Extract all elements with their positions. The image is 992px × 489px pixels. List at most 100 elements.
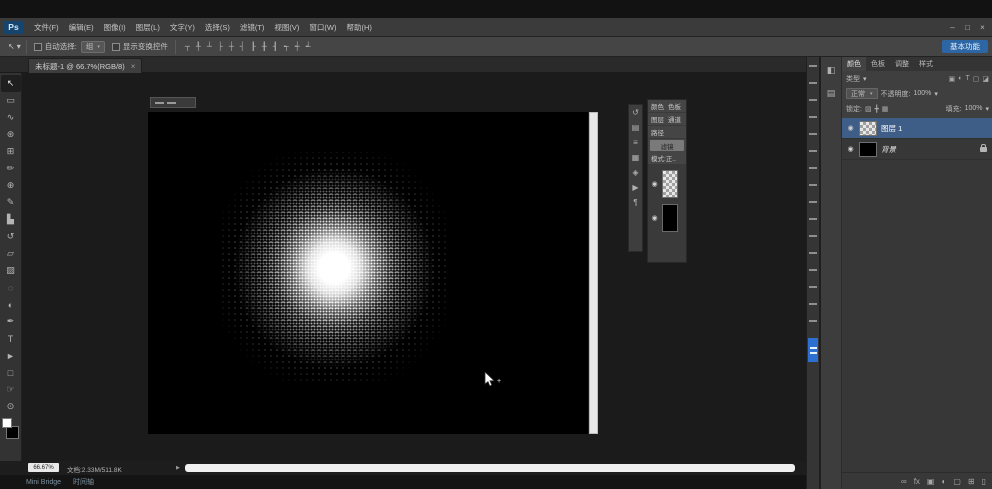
chevron-down-icon[interactable]: ▾ bbox=[863, 75, 867, 83]
tool-eraser[interactable]: ▱ bbox=[1, 245, 21, 262]
tool-hand[interactable]: ☞ bbox=[1, 381, 21, 398]
mini-filter-button[interactable]: 滤镜 bbox=[650, 140, 684, 151]
document-tab[interactable]: 未标题-1 @ 66.7%(RGB/8) × bbox=[28, 58, 142, 73]
close-button[interactable]: × bbox=[975, 23, 990, 32]
info-panel-icon[interactable]: ≡ bbox=[633, 138, 638, 147]
close-tab-icon[interactable]: × bbox=[131, 62, 136, 71]
tool-brush[interactable]: ✎ bbox=[1, 194, 21, 211]
mini-tab-paths[interactable]: 路径 bbox=[651, 127, 664, 137]
tab-mini-bridge[interactable]: Mini Bridge bbox=[26, 479, 61, 486]
distribute-right-icon[interactable]: ┵ bbox=[304, 42, 313, 51]
history-panel-icon[interactable]: ↺ bbox=[632, 108, 639, 117]
menu-type[interactable]: 文字(Y) bbox=[165, 18, 200, 37]
tool-quick-select[interactable]: ⊛ bbox=[1, 126, 21, 143]
distribute-hcenter-icon[interactable]: ┽ bbox=[293, 42, 302, 51]
menu-window[interactable]: 窗口(W) bbox=[304, 18, 341, 37]
chevron-down-icon[interactable]: ▾ bbox=[934, 90, 938, 98]
layer-name[interactable]: 图层 1 bbox=[881, 123, 989, 134]
delete-layer-icon[interactable]: ▯ bbox=[982, 477, 986, 486]
tool-gradient[interactable]: ▨ bbox=[1, 262, 21, 279]
tool-zoom[interactable]: ⊙ bbox=[1, 398, 21, 415]
menu-select[interactable]: 选择(S) bbox=[200, 18, 235, 37]
tool-pen[interactable]: ✒ bbox=[1, 313, 21, 330]
vertical-scrollbar[interactable] bbox=[589, 112, 598, 434]
show-transform-checkbox[interactable] bbox=[112, 43, 120, 51]
distribute-vcenter-icon[interactable]: ╂ bbox=[260, 42, 269, 51]
tool-crop[interactable]: ⊞ bbox=[1, 143, 21, 160]
filter-pixel-layers-icon[interactable]: ▣ bbox=[949, 75, 956, 83]
tool-blur[interactable]: ◌ bbox=[1, 279, 21, 296]
tab-swatches[interactable]: 色板 bbox=[866, 57, 890, 71]
eye-icon[interactable]: ◉ bbox=[650, 214, 659, 222]
mini-tab-channels[interactable]: 通道 bbox=[668, 114, 681, 124]
tool-path-select[interactable]: ► bbox=[1, 347, 21, 364]
tool-shape[interactable]: □ bbox=[1, 364, 21, 381]
actions-panel-icon[interactable]: ▶ bbox=[632, 183, 638, 192]
tab-adjustments[interactable]: 调整 bbox=[890, 57, 914, 71]
align-left-icon[interactable]: ├ bbox=[216, 42, 225, 51]
tool-lasso[interactable]: ∿ bbox=[1, 109, 21, 126]
horizontal-scrollbar[interactable] bbox=[185, 464, 795, 472]
link-layers-icon[interactable]: ∞ bbox=[901, 477, 907, 486]
minimize-button[interactable]: – bbox=[945, 23, 960, 32]
menu-help[interactable]: 帮助(H) bbox=[342, 18, 377, 37]
properties-panel-icon[interactable]: ▤ bbox=[632, 123, 640, 132]
histogram-panel-icon[interactable]: ▦ bbox=[632, 153, 640, 162]
chevron-down-icon[interactable]: ▾ bbox=[985, 105, 989, 113]
layer-style-icon[interactable]: fx bbox=[914, 477, 920, 486]
distribute-left-icon[interactable]: ┭ bbox=[282, 42, 291, 51]
add-layer-mask-icon[interactable]: ▣ bbox=[927, 477, 935, 486]
lock-transparent-pixels-icon[interactable]: ▨ bbox=[865, 105, 872, 113]
zoom-level-field[interactable]: 66.67% bbox=[28, 463, 59, 472]
layer-thumbnail[interactable] bbox=[859, 121, 877, 136]
tool-type[interactable]: T bbox=[1, 330, 21, 347]
menu-file[interactable]: 文件(F) bbox=[29, 18, 64, 37]
distribute-bottom-icon[interactable]: ┨ bbox=[271, 42, 280, 51]
align-right-icon[interactable]: ┤ bbox=[238, 42, 247, 51]
layer-row-background[interactable]: ◉ 背景 bbox=[842, 139, 992, 160]
filter-type-layers-icon[interactable]: T bbox=[965, 75, 969, 83]
current-tool-preset[interactable]: ↖ ▾ bbox=[3, 40, 27, 54]
tab-color[interactable]: 颜色 bbox=[842, 57, 866, 71]
menu-image[interactable]: 图像(I) bbox=[99, 18, 131, 37]
layer-visibility-toggle[interactable]: ◉ bbox=[846, 124, 855, 132]
menu-layer[interactable]: 图层(L) bbox=[131, 18, 165, 37]
menu-edit[interactable]: 编辑(E) bbox=[64, 18, 99, 37]
fill-value[interactable]: 100% bbox=[965, 105, 983, 112]
tool-marquee[interactable]: ▭ bbox=[1, 92, 21, 109]
align-bottom-icon[interactable]: ┴ bbox=[205, 42, 214, 51]
align-vcenter-icon[interactable]: ╀ bbox=[194, 42, 203, 51]
menu-view[interactable]: 视图(V) bbox=[269, 18, 304, 37]
document-canvas[interactable] bbox=[148, 112, 588, 434]
mini-tab-layers[interactable]: 图层 bbox=[651, 114, 664, 124]
workspace-switcher-button[interactable]: 基本功能 bbox=[942, 40, 988, 53]
strip-selected-item[interactable] bbox=[808, 338, 818, 362]
tool-eyedropper[interactable]: ✏ bbox=[1, 160, 21, 177]
navigator-panel-icon[interactable]: ◈ bbox=[632, 168, 638, 177]
new-layer-icon[interactable]: ⊞ bbox=[968, 477, 975, 486]
distribute-top-icon[interactable]: ┠ bbox=[249, 42, 258, 51]
foreground-color-swatch[interactable] bbox=[2, 418, 12, 428]
tool-dodge[interactable]: ◐ bbox=[1, 296, 21, 313]
tab-timeline[interactable]: 时间轴 bbox=[73, 477, 94, 487]
filter-shape-layers-icon[interactable]: ▢ bbox=[973, 75, 980, 83]
collapsed-panel-icon[interactable]: ◧ bbox=[827, 65, 836, 76]
canvas-float-tab[interactable] bbox=[150, 97, 196, 108]
adjustment-layer-icon[interactable]: ◐ bbox=[941, 477, 946, 486]
eye-icon[interactable]: ◉ bbox=[650, 180, 659, 188]
menu-filter[interactable]: 滤镜(T) bbox=[235, 18, 270, 37]
tool-move[interactable]: ↖ bbox=[1, 75, 21, 92]
mini-tab-swatches[interactable]: 色板 bbox=[668, 101, 681, 111]
tool-healing[interactable]: ⊕ bbox=[1, 177, 21, 194]
layer-visibility-toggle[interactable]: ◉ bbox=[846, 145, 855, 153]
lock-all-icon[interactable]: ▦ bbox=[882, 105, 889, 113]
mini-layer-row-black[interactable]: ◉ bbox=[648, 201, 686, 235]
blend-mode-dropdown[interactable]: 正常 ▾ bbox=[846, 88, 878, 99]
status-flyout-arrow-icon[interactable]: ▶ bbox=[176, 465, 180, 471]
tool-history-brush[interactable]: ↺ bbox=[1, 228, 21, 245]
layer-row-layer1[interactable]: ◉ 图层 1 bbox=[842, 118, 992, 139]
mini-tab-color[interactable]: 颜色 bbox=[651, 101, 664, 111]
auto-select-dropdown[interactable]: 组 ▾ bbox=[81, 41, 105, 53]
collapsed-panel-icon[interactable]: ▤ bbox=[827, 88, 836, 99]
filter-adjustment-layers-icon[interactable]: ◐ bbox=[958, 75, 962, 83]
